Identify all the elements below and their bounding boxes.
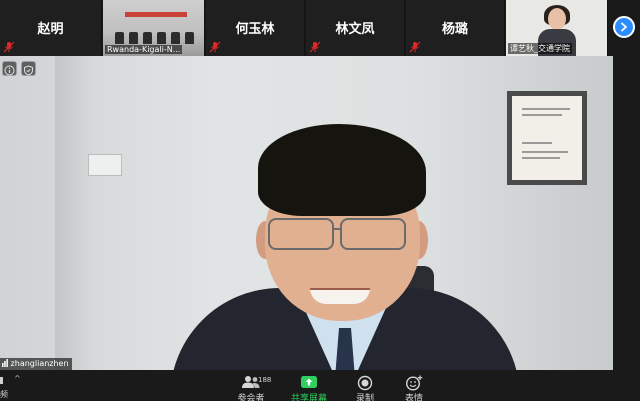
glasses-bridge (332, 228, 342, 230)
share-screen-label: 共享屏幕 (290, 394, 327, 401)
speaker-smile (310, 288, 370, 304)
participant-tile[interactable]: 赵明 (0, 0, 102, 56)
audio-level-icon (2, 359, 8, 367)
wall-fixture (88, 154, 122, 176)
participant-name: 杨璐 (441, 22, 468, 37)
participant-gallery: 赵明 Rwanda-Kigali-N... 何玉林 林文凤 杨璐 谭艺秋_交通学… (0, 0, 640, 56)
video-button[interactable]: ^ 频 (0, 370, 30, 401)
participant-tile[interactable]: Rwanda-Kigali-N... (103, 0, 205, 56)
record-icon (357, 375, 373, 391)
participant-name: 谭艺秋_交通学院 (508, 43, 572, 54)
info-icon (4, 65, 15, 76)
video-options-caret[interactable]: ^ (14, 374, 21, 383)
mic-muted-icon (3, 41, 15, 53)
participants-count: 188 (258, 376, 272, 384)
chevron-right-icon (621, 22, 627, 32)
security-button[interactable] (21, 61, 36, 76)
shield-icon (24, 65, 33, 76)
share-screen-icon (301, 376, 317, 388)
room-seats (115, 32, 195, 44)
meeting-toolbar: ^ 频 188 参会者 共享屏幕 录制 表情 (0, 370, 640, 401)
share-screen-button[interactable]: 共享屏幕 (286, 373, 332, 401)
participant-tile[interactable]: 林文凤 (306, 0, 405, 56)
speaker-name-text: zhanglianzhen (10, 359, 69, 368)
video-camera-icon (0, 377, 3, 384)
participant-tile[interactable]: 何玉林 (206, 0, 305, 56)
meeting-info-button[interactable] (2, 61, 17, 76)
video-button-label: 频 (0, 390, 8, 399)
speaker-hair (258, 124, 426, 216)
mic-muted-icon (209, 41, 221, 53)
active-speaker-video: zhanglianzhen (0, 56, 613, 370)
speaker-name-label: zhanglianzhen (0, 358, 72, 370)
record-button[interactable]: 录制 (342, 373, 388, 401)
wall-column (55, 56, 95, 370)
meeting-window: 赵明 Rwanda-Kigali-N... 何玉林 林文凤 杨璐 谭艺秋_交通学… (0, 0, 640, 401)
glasses (268, 218, 334, 250)
reactions-button[interactable]: 表情 (391, 373, 437, 401)
wall-certificate (507, 91, 587, 185)
participant-name: 何玉林 (235, 22, 275, 37)
record-label: 录制 (355, 394, 374, 401)
participant-name: Rwanda-Kigali-N... (105, 45, 183, 54)
mic-muted-icon (309, 41, 321, 53)
participants-button[interactable]: 188 参会者 (228, 373, 274, 401)
participant-name: 林文凤 (335, 22, 375, 37)
participant-name: 赵明 (37, 22, 64, 37)
glasses (340, 218, 406, 250)
mic-muted-icon (409, 41, 421, 53)
participant-tile[interactable]: 谭艺秋_交通学院 (506, 0, 608, 56)
participant-tile[interactable]: 杨璐 (406, 0, 505, 56)
reactions-label: 表情 (404, 394, 423, 401)
next-page-button[interactable] (613, 16, 635, 38)
smiley-add-icon (405, 375, 423, 391)
room-banner (125, 12, 187, 17)
participants-label: 参会者 (237, 394, 265, 401)
